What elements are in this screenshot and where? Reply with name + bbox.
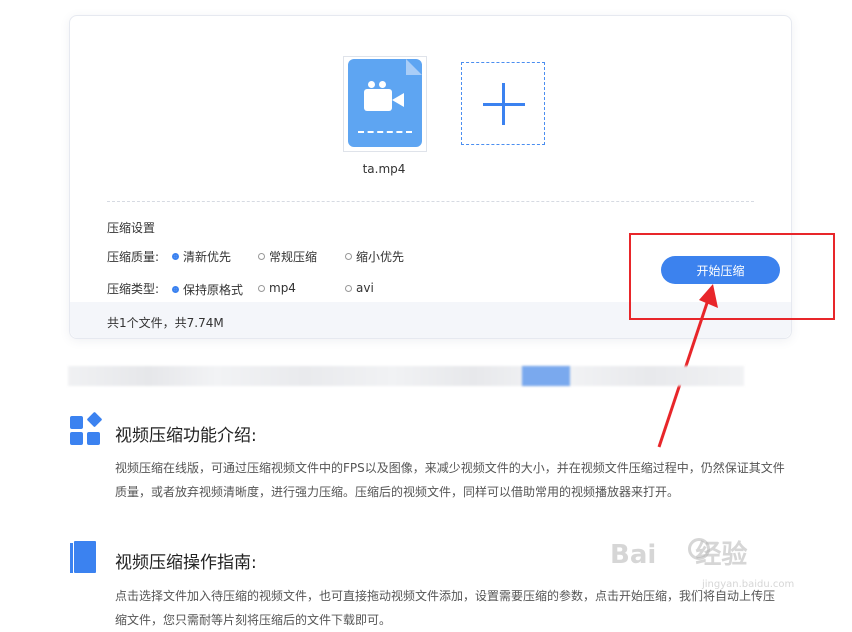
annotation-arrow [657, 284, 718, 448]
section-title-guide: 视频压缩操作指南: [115, 553, 257, 573]
book-icon [70, 541, 96, 573]
blurred-text-strip [68, 366, 744, 386]
section-text-intro: 视频压缩在线版，可通过压缩视频文件中的FPS以及图像，来减少视频文件的大小，并在… [115, 461, 785, 499]
section-title-intro: 视频压缩功能介绍: [115, 426, 257, 446]
apps-grid-icon [70, 411, 103, 446]
paw-icon [688, 538, 710, 560]
blurred-link [522, 366, 570, 386]
baidu-watermark: Bai 经验 jingyan.baidu.com [610, 538, 795, 590]
